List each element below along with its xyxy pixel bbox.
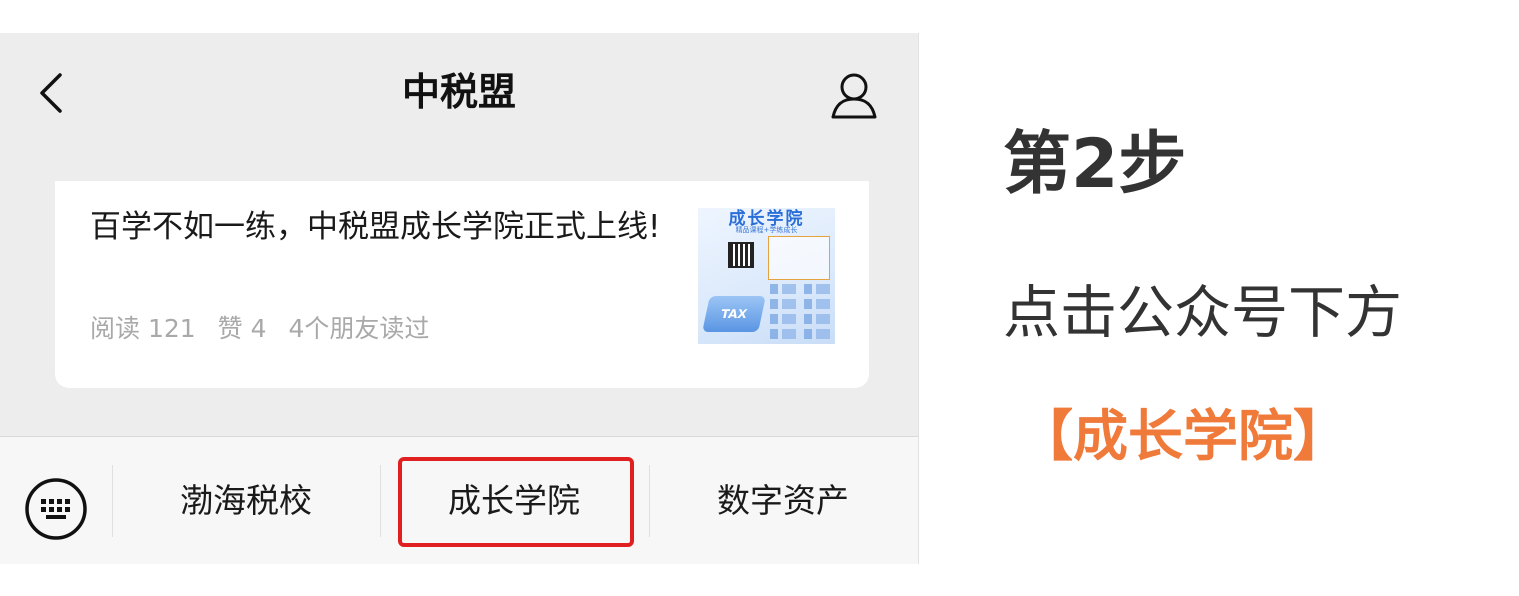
thumbnail-notice-box xyxy=(768,236,830,280)
friends-read: 4个朋友读过 xyxy=(288,314,430,343)
highlight-box xyxy=(398,457,634,547)
thumbnail-subtitle: 精品课程+学练成长 xyxy=(735,226,798,234)
qr-code-image xyxy=(728,242,754,268)
menu-item-bohai-tax-school[interactable]: 渤海税校 xyxy=(113,437,379,564)
step-description: 点击公众号下方 xyxy=(1003,280,1402,346)
step-target-menu: 【成长学院】 xyxy=(1018,404,1349,468)
keyboard-icon[interactable] xyxy=(24,477,88,541)
person-icon[interactable] xyxy=(828,69,880,121)
tax-badge: TAX xyxy=(702,296,766,332)
read-count: 阅读 121 xyxy=(90,314,196,343)
thumbnail-course-list xyxy=(770,284,832,344)
menu-item-digital-assets[interactable]: 数字资产 xyxy=(650,437,916,564)
chevron-left-icon[interactable] xyxy=(30,71,74,115)
account-title: 中税盟 xyxy=(401,70,516,114)
bottom-menu-bar: 渤海税校 成长学院 数字资产 xyxy=(0,436,918,564)
title-bar: 中税盟 xyxy=(0,33,918,151)
article-card[interactable]: 百学不如一练，中税盟成长学院正式上线! 阅读 121 赞 4 4个朋友读过 成长… xyxy=(55,181,869,388)
like-count: 赞 4 xyxy=(217,314,267,343)
article-title[interactable]: 百学不如一练，中税盟成长学院正式上线! xyxy=(90,205,690,249)
article-thumbnail[interactable]: 成长学院 精品课程+学练成长 TAX xyxy=(698,208,835,344)
wechat-official-account-screen: 中税盟 百学不如一练，中税盟成长学院正式上线! 阅读 121 赞 4 4个朋友读… xyxy=(0,33,919,564)
article-meta: 阅读 121 赞 4 4个朋友读过 xyxy=(90,309,443,345)
step-title: 第2步 xyxy=(1003,125,1187,204)
